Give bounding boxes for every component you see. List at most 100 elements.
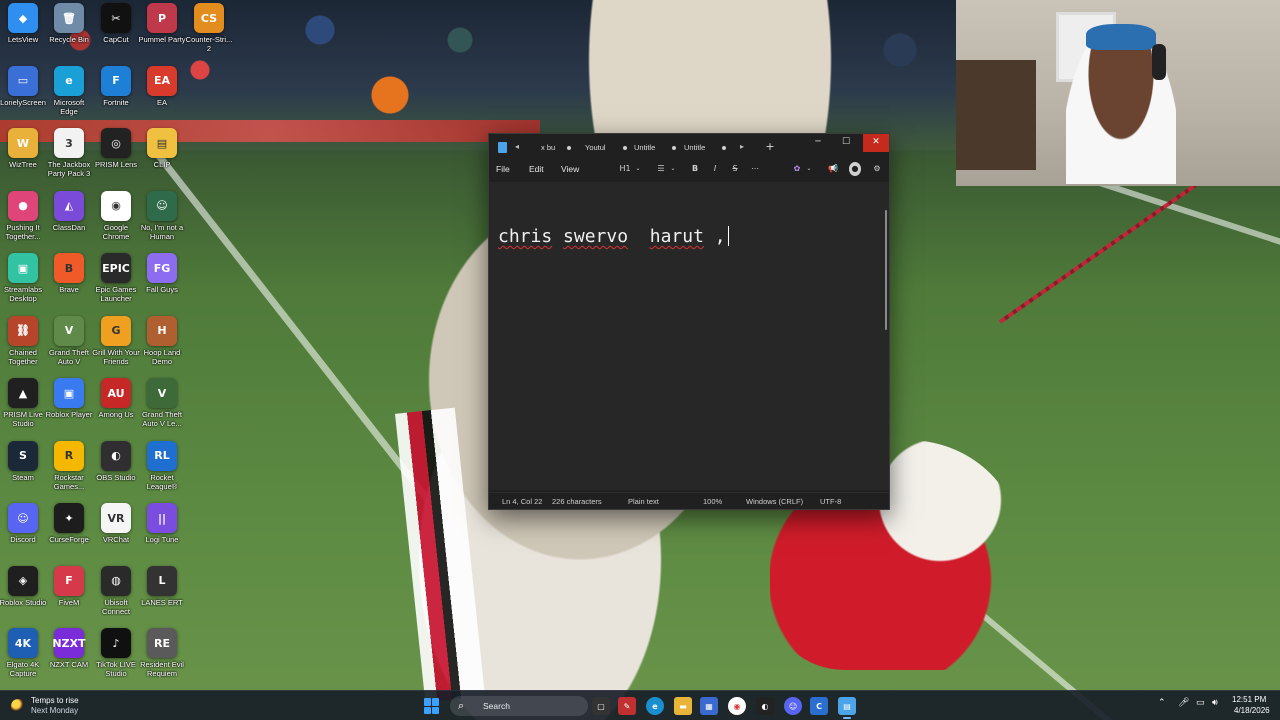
desktop-icon[interactable]: G Grill With Your Friends (92, 315, 140, 378)
zoom-level[interactable]: 100% (703, 497, 722, 506)
weather-icon[interactable] (11, 699, 25, 713)
menu-view[interactable]: View (561, 164, 579, 174)
desktop-icon[interactable]: F FiveM (46, 565, 92, 628)
tab-3[interactable]: Untitle (630, 140, 678, 156)
desktop-icon[interactable]: EA EA (139, 65, 185, 128)
tab-4[interactable]: Untitle (680, 140, 728, 156)
format-indicator[interactable]: Plain text (628, 497, 659, 506)
desktop-icon[interactable]: ● Pushing It Together... (0, 190, 46, 253)
desktop-icon[interactable]: W WizTree (0, 128, 46, 190)
microphone-icon[interactable]: 🎤︎ (1178, 698, 1189, 708)
chrome-icon[interactable]: ◉ (728, 697, 746, 715)
close-button[interactable]: ✕ (863, 134, 889, 152)
desktop-icon[interactable]: ◉ Google Chrome (93, 190, 139, 253)
task-view-icon[interactable]: ▢ (592, 697, 610, 715)
chevron-up-icon[interactable]: ⌃ (1158, 698, 1166, 708)
desktop-icon[interactable]: ☺ Discord (0, 503, 46, 565)
desktop-icon[interactable]: ◐ OBS Studio (93, 440, 139, 503)
obs-icon[interactable]: ◐ (756, 697, 774, 715)
pen-app-icon[interactable]: ✎ (618, 697, 636, 715)
desktop-icon[interactable]: ▲ PRISM Live Studio (0, 378, 46, 440)
desktop-icon[interactable]: 4K Elgato 4K Capture (0, 628, 46, 690)
weather-title[interactable]: Temps to rise (31, 696, 79, 705)
desktop-icon[interactable]: RE Resident Evil Requiem (139, 628, 185, 690)
clock-date[interactable]: 4/18/2026 (1234, 706, 1270, 715)
more-options-icon[interactable]: ⋯ (749, 162, 761, 176)
desktop-icon[interactable]: R Rockstar Games... (46, 440, 92, 503)
notepad-icon[interactable]: ▤ (838, 697, 856, 719)
announcement-icon[interactable]: 📢 (827, 162, 839, 176)
desktop-icon[interactable]: ▣ Streamlabs Desktop (0, 253, 46, 315)
vertical-scrollbar[interactable] (885, 210, 887, 330)
desktop-icon[interactable]: VR VRChat (93, 503, 139, 565)
desktop-icon[interactable]: FG Fall Guys (139, 253, 185, 315)
desktop-icon[interactable]: CS Counter-Stri... 2 (186, 3, 232, 65)
capcut-icon[interactable]: C (810, 697, 828, 715)
desktop-icon[interactable]: H Hoop Land Demo (139, 315, 185, 378)
file-explorer-icon[interactable]: ▬ (674, 697, 692, 715)
maximize-button[interactable]: ☐ (833, 134, 859, 152)
desktop-icon[interactable]: RL Rocket League® (139, 440, 185, 503)
line-ending[interactable]: Windows (CRLF) (746, 497, 803, 506)
italic-button[interactable]: I (709, 162, 721, 176)
scroll-tabs-right-icon[interactable]: ▸ (737, 141, 747, 153)
desktop-icon[interactable]: V Grand Theft Auto V Le... (139, 378, 185, 440)
desktop-icon[interactable]: B Brave (46, 253, 92, 315)
copilot-icon[interactable]: ✿ (791, 162, 803, 176)
desktop-icon[interactable]: ▣ Roblox Player (46, 378, 92, 440)
minimize-button[interactable]: ─ (805, 134, 831, 152)
tab-1[interactable]: x bu (525, 140, 573, 156)
start-button[interactable] (424, 698, 440, 714)
desktop-icon[interactable]: F Fortnite (93, 65, 139, 128)
bold-button[interactable]: B (689, 162, 701, 176)
desktop-icon[interactable]: 3 The Jackbox Party Pack 3 (46, 128, 92, 190)
desktop-icon[interactable]: ◭ ClassDan (46, 190, 92, 253)
desktop-icon[interactable]: || Logi Tune (139, 503, 185, 565)
desktop-icon[interactable]: EPIC Epic Games Launcher (93, 253, 139, 315)
scroll-tabs-left-icon[interactable]: ◂ (512, 141, 522, 153)
network-icon[interactable]: ▭ (1196, 698, 1205, 708)
desktop-icon[interactable]: ✂ CapCut (93, 3, 139, 65)
discord-icon[interactable]: ☺ (784, 697, 802, 715)
desktop-icon[interactable]: ✦ CurseForge (46, 503, 92, 565)
desktop-icon[interactable]: e Microsoft Edge (46, 65, 92, 128)
desktop-icon[interactable]: ♪ TikTok LIVE Studio (93, 628, 139, 690)
title-bar[interactable]: ◂ x bu Youtul Untitle Untitle ▸ + ─ ☐ ✕ (489, 134, 889, 160)
desktop-icon[interactable]: ◈ Roblox Studio (0, 565, 46, 628)
list-icon[interactable]: ☰ (655, 162, 667, 176)
desktop-icon[interactable]: ◍ Ubisoft Connect (93, 565, 139, 628)
encoding[interactable]: UTF-8 (820, 497, 841, 506)
desktop-icon[interactable]: AU Among Us (93, 378, 139, 440)
desktop-icon[interactable]: S Steam (0, 440, 46, 503)
desktop-icon[interactable]: V Grand Theft Auto V (46, 315, 92, 378)
clock-time[interactable]: 12:51 PM (1232, 695, 1266, 704)
menu-file[interactable]: File (496, 164, 510, 174)
desktop-icon[interactable]: ▭ LonelyScreen (0, 65, 46, 128)
text-editor[interactable]: chris swervo harut , (489, 182, 889, 490)
add-tab-button[interactable]: + (764, 141, 776, 153)
desktop-icon[interactable]: ⛓ Chained Together (0, 315, 46, 378)
desktop-icon[interactable]: ☺ No, I'm not a Human (139, 190, 185, 253)
desktop-icon[interactable]: 🗑 Recycle Bin (46, 3, 92, 65)
store-icon[interactable]: ▦ (700, 697, 718, 715)
tab-2[interactable]: Youtul (581, 140, 629, 156)
chevron-down-icon[interactable]: ⌄ (632, 162, 644, 176)
desktop-icon[interactable]: L LANES ERT (139, 565, 185, 628)
chevron-down-icon[interactable]: ⌄ (803, 162, 815, 176)
desktop-icon[interactable]: ◆ LetsView (0, 3, 46, 65)
editor-content[interactable]: chris swervo harut , (498, 226, 729, 247)
volume-icon[interactable]: 🔊︎ (1212, 698, 1218, 708)
notepad-window[interactable]: ◂ x bu Youtul Untitle Untitle ▸ + ─ ☐ ✕ … (488, 133, 890, 510)
edge-icon[interactable]: e (646, 697, 664, 715)
desktop-icon[interactable]: NZXT NZXT CAM (46, 628, 92, 690)
chevron-down-icon[interactable]: ⌄ (667, 162, 679, 176)
heading-button[interactable]: H1 (619, 162, 631, 176)
desktop-icon[interactable]: P Pummel Party (138, 3, 186, 65)
gear-icon[interactable]: ⚙ (871, 162, 883, 176)
menu-edit[interactable]: Edit (529, 164, 544, 174)
weather-subtitle[interactable]: Next Monday (31, 706, 78, 715)
desktop-icon[interactable]: ◎ PRISM Lens (93, 128, 139, 190)
taskbar-search[interactable]: ⌕ Search (450, 696, 588, 716)
desktop-icon[interactable]: ▤ CLIP (139, 128, 185, 190)
strikethrough-button[interactable]: S (729, 162, 741, 176)
